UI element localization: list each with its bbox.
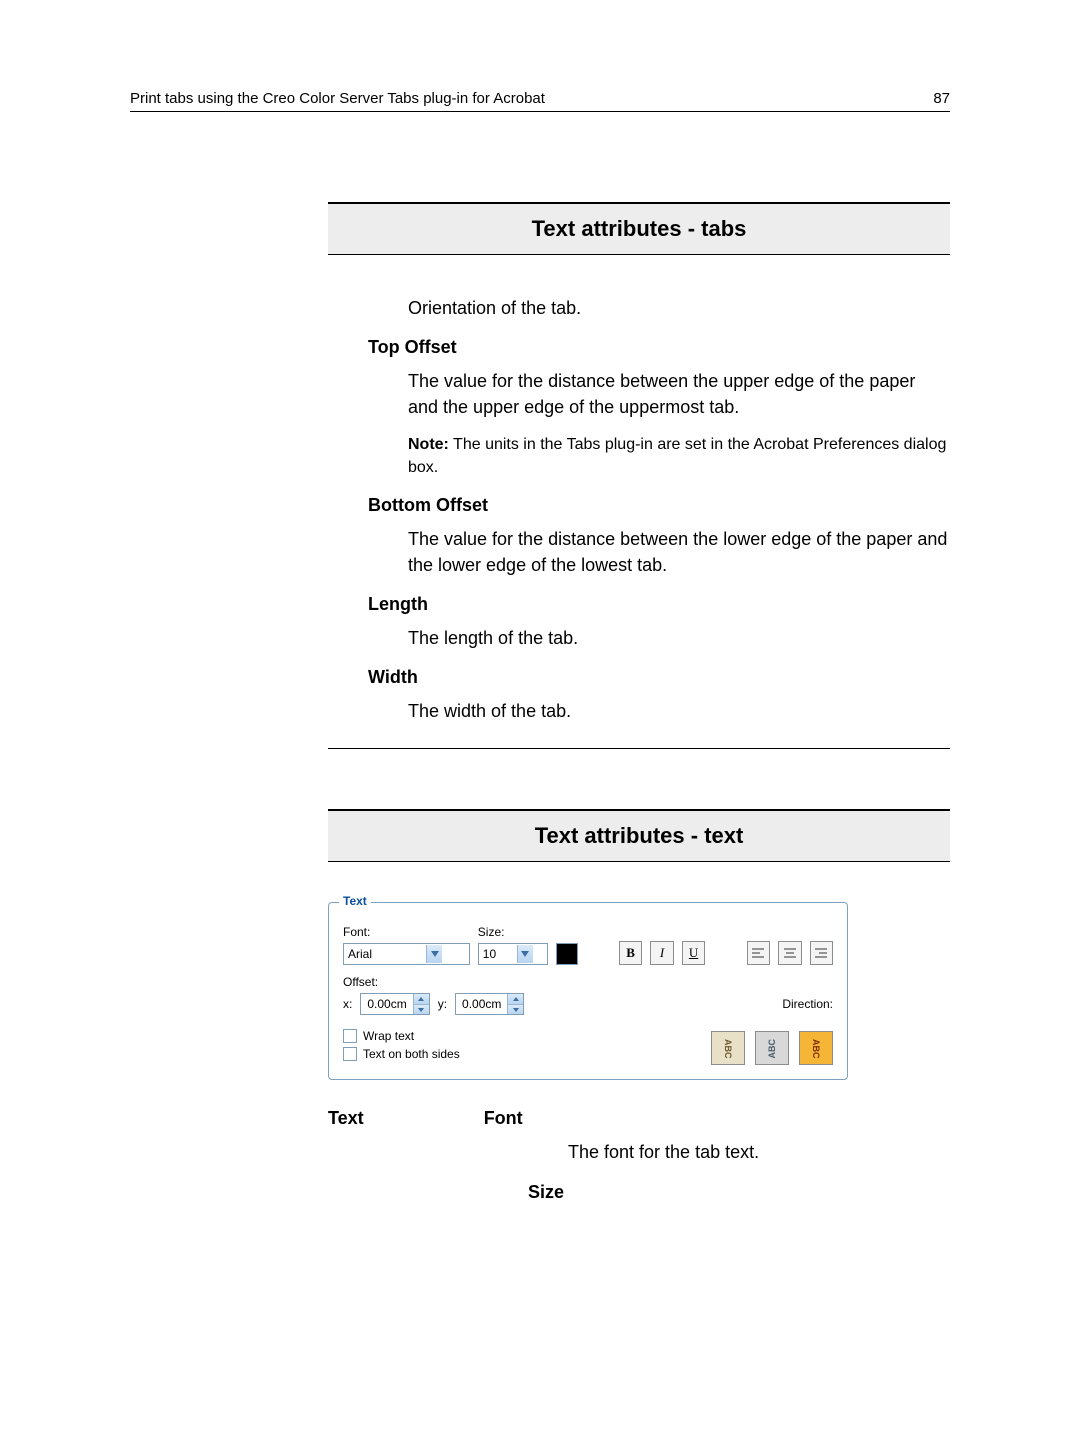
align-center-button[interactable] xyxy=(778,941,801,965)
direction-button-3[interactable]: ABC xyxy=(799,1031,833,1065)
term-width: Width xyxy=(368,667,950,688)
font-select[interactable]: Arial xyxy=(343,943,470,965)
def-font: The font for the tab text. xyxy=(568,1139,950,1165)
text-both-sides-checkbox[interactable] xyxy=(343,1047,357,1061)
align-left-button[interactable] xyxy=(747,941,770,965)
size-label: Size: xyxy=(478,925,548,939)
y-offset-value: 0.00cm xyxy=(456,994,507,1014)
x-offset-value: 0.00cm xyxy=(361,994,412,1014)
direction-label: Direction: xyxy=(782,997,833,1011)
term-size: Size xyxy=(528,1182,950,1203)
direction-button-1-label: ABC xyxy=(723,1039,733,1059)
align-right-button[interactable] xyxy=(810,941,833,965)
y-offset-input[interactable]: 0.00cm xyxy=(455,993,524,1015)
note-top-offset: Note: The units in the Tabs plug-in are … xyxy=(408,434,950,479)
x-label: x: xyxy=(343,997,352,1011)
note-label: Note: xyxy=(408,436,449,453)
font-label: Font: xyxy=(343,925,470,939)
section-title-text: Text attributes - text xyxy=(328,809,950,862)
section-title-tabs: Text attributes - tabs xyxy=(328,202,950,255)
spinner-icon[interactable] xyxy=(413,994,429,1014)
term-length: Length xyxy=(368,594,950,615)
size-select[interactable]: 10 xyxy=(478,943,548,965)
def-bottom-offset: The value for the distance between the l… xyxy=(408,526,950,578)
panel-legend: Text xyxy=(339,894,371,908)
term-font: Font xyxy=(484,1108,523,1129)
italic-button[interactable]: I xyxy=(650,941,673,965)
offset-label: Offset: xyxy=(343,975,378,989)
x-offset-input[interactable]: 0.00cm xyxy=(360,993,429,1015)
header-title: Print tabs using the Creo Color Server T… xyxy=(130,90,545,107)
page-header: Print tabs using the Creo Color Server T… xyxy=(130,90,950,112)
direction-button-1[interactable]: ABC xyxy=(711,1031,745,1065)
term-top-offset: Top Offset xyxy=(368,337,950,358)
chevron-down-icon xyxy=(517,945,533,963)
size-select-value: 10 xyxy=(483,947,511,961)
page-number: 87 xyxy=(933,90,950,107)
font-select-value: Arial xyxy=(348,947,420,961)
chevron-down-icon xyxy=(426,945,442,963)
spinner-icon[interactable] xyxy=(507,994,523,1014)
underline-button[interactable]: U xyxy=(682,941,705,965)
bold-button[interactable]: B xyxy=(619,941,642,965)
heading-text: Text xyxy=(328,1108,364,1129)
direction-button-2-label: ABC xyxy=(767,1039,777,1059)
y-label: y: xyxy=(438,997,447,1011)
text-both-sides-label: Text on both sides xyxy=(363,1047,460,1061)
orientation-text: Orientation of the tab. xyxy=(408,295,950,321)
term-bottom-offset: Bottom Offset xyxy=(368,495,950,516)
def-length: The length of the tab. xyxy=(408,625,950,651)
direction-button-3-label: ABC xyxy=(811,1039,821,1059)
wrap-text-label: Wrap text xyxy=(363,1029,414,1043)
note-body: The units in the Tabs plug-in are set in… xyxy=(408,436,946,475)
direction-button-2[interactable]: ABC xyxy=(755,1031,789,1065)
def-width: The width of the tab. xyxy=(408,698,950,724)
wrap-text-checkbox[interactable] xyxy=(343,1029,357,1043)
def-top-offset: The value for the distance between the u… xyxy=(408,368,950,420)
font-color-swatch[interactable] xyxy=(556,943,578,965)
text-panel: Text Font: Arial Size: 10 xyxy=(328,902,848,1080)
